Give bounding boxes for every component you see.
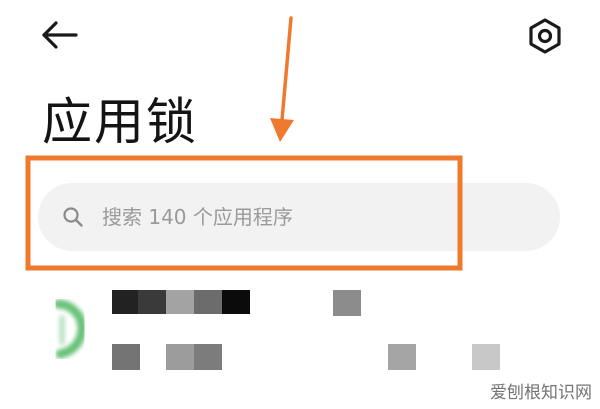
back-button[interactable] — [36, 14, 82, 56]
list-item[interactable] — [0, 280, 600, 380]
obscured-text — [112, 290, 138, 314]
gear-icon — [529, 18, 561, 54]
obscured-text — [112, 344, 140, 370]
obscured-text — [166, 344, 194, 370]
search-icon — [63, 207, 83, 227]
watermark: 爱刨根知识网 — [490, 383, 592, 403]
obscured-text — [388, 344, 416, 370]
obscured-text — [166, 290, 194, 314]
obscured-text — [472, 344, 500, 370]
obscured-text — [194, 290, 222, 314]
settings-button[interactable] — [522, 14, 568, 58]
search-input[interactable]: 搜索 140 个应用程序 — [38, 183, 560, 251]
annotation-arrow — [270, 16, 294, 142]
app-lock-screen: 应用锁 搜索 140 个应用程序 爱刨根知识网 — [0, 0, 600, 409]
arrow-left-icon — [42, 21, 78, 49]
page-title: 应用锁 — [42, 93, 198, 151]
obscured-text — [222, 290, 250, 314]
obscured-text — [333, 290, 361, 316]
search-placeholder: 搜索 140 个应用程序 — [102, 205, 293, 229]
obscured-text — [194, 344, 222, 370]
obscured-text — [138, 290, 166, 314]
app-icon — [53, 299, 87, 359]
